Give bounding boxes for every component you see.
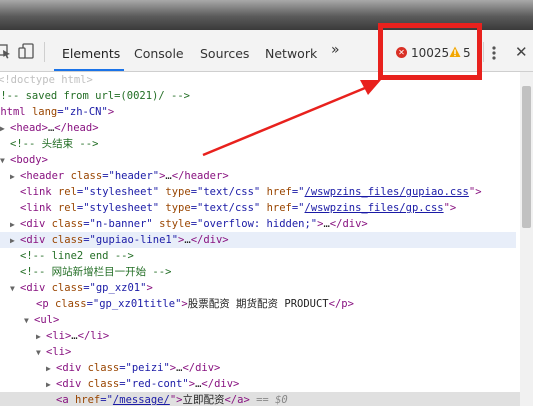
annotation-arrow (202, 80, 381, 157)
